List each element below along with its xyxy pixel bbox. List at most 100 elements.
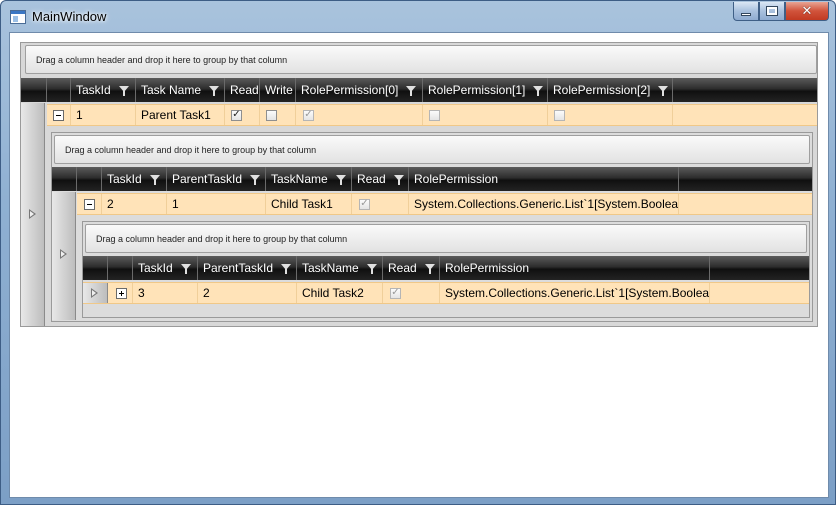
column-header-rolepermission1[interactable]: RolePermission[1] bbox=[423, 78, 548, 102]
filter-icon[interactable] bbox=[393, 175, 404, 185]
filter-icon[interactable] bbox=[118, 86, 129, 96]
column-header-read[interactable]: Read bbox=[352, 167, 409, 191]
row-indicator[interactable] bbox=[21, 103, 45, 326]
column-header-parenttaskid[interactable]: ParentTaskId bbox=[167, 167, 266, 191]
filter-icon[interactable] bbox=[366, 264, 377, 274]
table-row[interactable]: 1 Parent Task1 ✓ ✓ bbox=[47, 104, 817, 126]
expand-icon[interactable] bbox=[116, 287, 127, 299]
column-header-read[interactable]: Read bbox=[225, 78, 260, 102]
close-icon: ✕ bbox=[801, 3, 813, 19]
cell-taskid[interactable]: 1 bbox=[71, 105, 136, 125]
column-header-rolepermission2[interactable]: RolePermission[2] bbox=[548, 78, 673, 102]
window-title: MainWindow bbox=[32, 9, 107, 24]
column-header-taskname[interactable]: TaskName bbox=[266, 167, 352, 191]
cell-rolepermission[interactable]: System.Collections.Generic.List`1[System… bbox=[440, 283, 710, 303]
title-bar[interactable]: MainWindow ✕ bbox=[1, 1, 835, 33]
column-header-taskid[interactable]: TaskId bbox=[133, 256, 198, 280]
filter-icon[interactable] bbox=[209, 86, 220, 96]
group-panel[interactable]: Drag a column header and drop it here to… bbox=[85, 224, 807, 253]
maximize-icon bbox=[766, 6, 778, 16]
expander-cell[interactable] bbox=[108, 283, 133, 303]
current-row-indicator-icon bbox=[60, 249, 67, 259]
cell-taskname[interactable]: Child Task1 bbox=[266, 194, 352, 214]
rolepermission0-checkbox[interactable]: ✓ bbox=[303, 109, 314, 121]
indicator-header bbox=[83, 256, 108, 280]
column-header-read[interactable]: Read bbox=[383, 256, 440, 280]
filter-icon[interactable] bbox=[335, 175, 346, 185]
collapse-icon[interactable] bbox=[84, 198, 95, 210]
filter-icon[interactable] bbox=[533, 86, 544, 96]
filter-icon[interactable] bbox=[180, 264, 191, 274]
group-panel[interactable]: Drag a column header and drop it here to… bbox=[54, 135, 810, 164]
current-row-indicator-icon bbox=[91, 288, 98, 298]
cell-taskname[interactable]: Child Task2 bbox=[297, 283, 383, 303]
cell-rolepermission1[interactable] bbox=[423, 105, 548, 125]
grandchild-grid: Drag a column header and drop it here to… bbox=[82, 221, 810, 318]
header-label: Read bbox=[357, 172, 386, 186]
row-indicator[interactable] bbox=[52, 192, 76, 320]
minimize-button[interactable] bbox=[733, 2, 759, 21]
rolepermission1-checkbox[interactable] bbox=[429, 109, 440, 121]
header-label: RolePermission bbox=[445, 261, 530, 275]
cell-write[interactable] bbox=[260, 105, 296, 125]
filter-icon[interactable] bbox=[424, 264, 435, 274]
main-window: MainWindow ✕ Drag a column header and dr… bbox=[0, 0, 836, 505]
maximize-button[interactable] bbox=[759, 2, 785, 21]
cell-read[interactable]: ✓ bbox=[352, 194, 409, 214]
cell-rolepermission0[interactable]: ✓ bbox=[296, 105, 423, 125]
expander-cell[interactable] bbox=[47, 105, 71, 125]
filter-icon[interactable] bbox=[149, 175, 160, 185]
header-label: Task Name bbox=[141, 83, 202, 97]
group-panel[interactable]: Drag a column header and drop it here to… bbox=[25, 45, 817, 74]
minimize-icon bbox=[741, 12, 751, 16]
column-header-rolepermission0[interactable]: RolePermission[0] bbox=[296, 78, 423, 102]
cell-parenttaskid[interactable]: 2 bbox=[198, 283, 297, 303]
filter-icon[interactable] bbox=[406, 86, 417, 96]
client-area: Drag a column header and drop it here to… bbox=[9, 32, 829, 498]
cell-read[interactable]: ✓ bbox=[225, 105, 260, 125]
header-label: Read bbox=[388, 261, 417, 275]
column-header-taskid[interactable]: TaskId bbox=[71, 78, 136, 102]
expander-cell[interactable] bbox=[77, 194, 102, 214]
collapse-icon[interactable] bbox=[53, 109, 64, 121]
expander-header bbox=[77, 167, 102, 191]
parent-grid: Drag a column header and drop it here to… bbox=[20, 42, 818, 327]
read-checkbox[interactable]: ✓ bbox=[390, 287, 401, 299]
column-header-parenttaskid[interactable]: ParentTaskId bbox=[198, 256, 297, 280]
cell-parenttaskid[interactable]: 1 bbox=[167, 194, 266, 214]
filter-icon[interactable] bbox=[250, 175, 261, 185]
header-label: Write bbox=[265, 83, 293, 97]
caption-buttons: ✕ bbox=[733, 2, 829, 21]
row-indicator[interactable] bbox=[83, 283, 108, 303]
column-header-taskname[interactable]: TaskName bbox=[297, 256, 383, 280]
cell-taskid[interactable]: 2 bbox=[102, 194, 167, 214]
column-header-rolepermission[interactable]: RolePermission bbox=[440, 256, 710, 280]
cell-taskname[interactable]: Parent Task1 bbox=[136, 105, 225, 125]
header-label: ParentTaskId bbox=[172, 172, 243, 186]
cell-read[interactable]: ✓ bbox=[383, 283, 440, 303]
cell-taskid[interactable]: 3 bbox=[133, 283, 198, 303]
write-checkbox[interactable] bbox=[266, 109, 277, 121]
header-label: RolePermission[1] bbox=[428, 83, 526, 97]
filter-icon[interactable] bbox=[281, 264, 292, 274]
table-row[interactable]: 3 2 Child Task2 ✓ System.Collections.Gen… bbox=[83, 282, 809, 304]
group-panel-text: Drag a column header and drop it here to… bbox=[36, 54, 288, 65]
rolepermission2-checkbox[interactable] bbox=[554, 109, 565, 121]
column-header-taskid[interactable]: TaskId bbox=[102, 167, 167, 191]
read-checkbox[interactable]: ✓ bbox=[231, 109, 242, 121]
header-label: TaskId bbox=[138, 261, 173, 275]
cell-rolepermission[interactable]: System.Collections.Generic.List`1[System… bbox=[409, 194, 679, 214]
read-checkbox[interactable]: ✓ bbox=[359, 198, 370, 210]
cell-rolepermission2[interactable] bbox=[548, 105, 673, 125]
close-button[interactable]: ✕ bbox=[785, 2, 829, 21]
column-header-taskname[interactable]: Task Name bbox=[136, 78, 225, 102]
header-label: Read bbox=[230, 83, 259, 97]
column-header-write[interactable]: Write bbox=[260, 78, 296, 102]
column-header-rolepermission[interactable]: RolePermission bbox=[409, 167, 679, 191]
expander-header bbox=[108, 256, 133, 280]
header-label: TaskId bbox=[107, 172, 142, 186]
header-label: TaskId bbox=[76, 83, 111, 97]
header-label: RolePermission bbox=[414, 172, 499, 186]
table-row[interactable]: 2 1 Child Task1 ✓ System.Collections.Gen… bbox=[77, 193, 812, 215]
filter-icon[interactable] bbox=[658, 86, 669, 96]
